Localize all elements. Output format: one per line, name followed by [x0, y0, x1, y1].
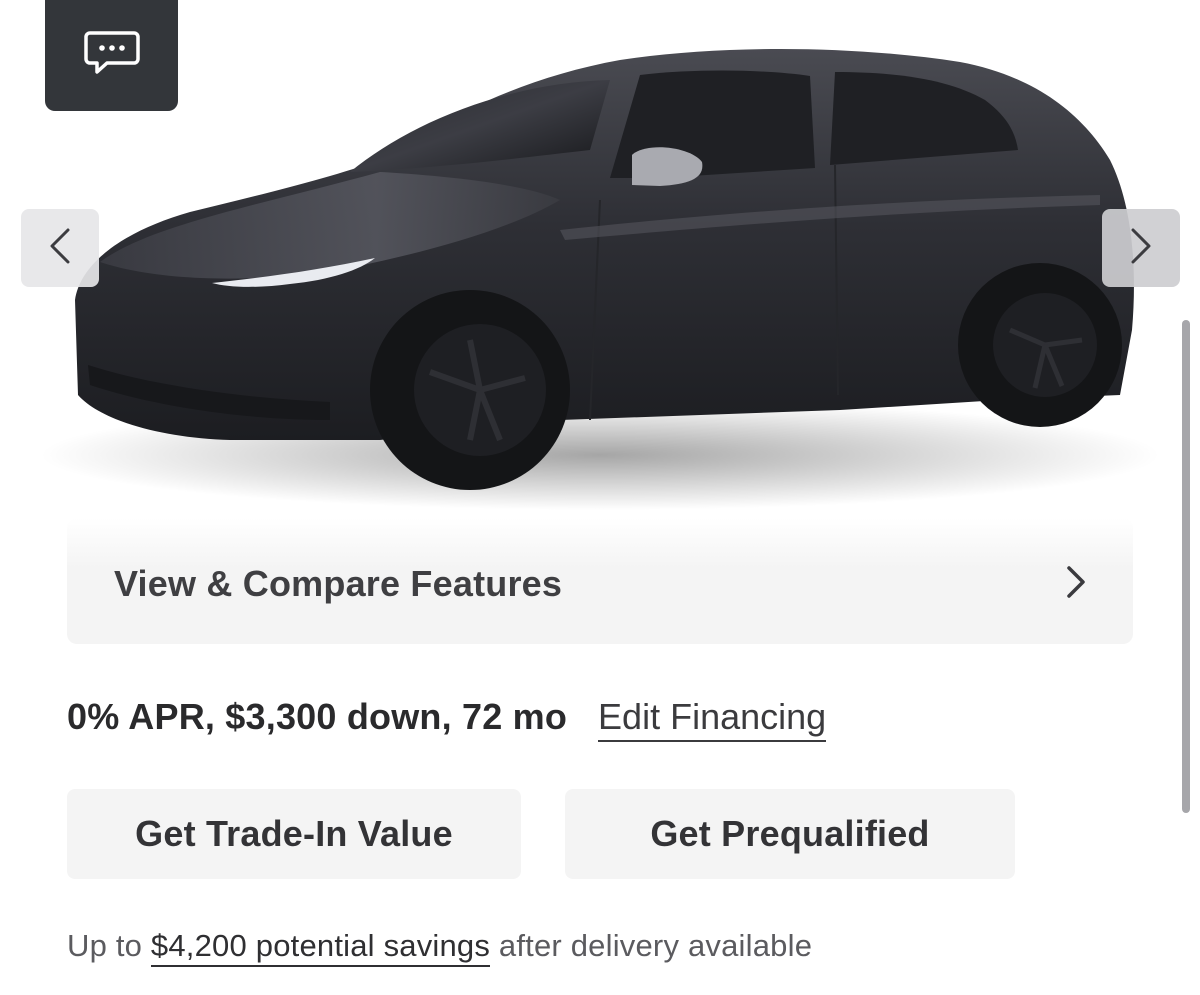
chevron-right-icon: [1065, 564, 1087, 605]
edit-financing-link[interactable]: Edit Financing: [598, 697, 827, 742]
get-trade-in-value-button[interactable]: Get Trade-In Value: [67, 789, 521, 879]
chat-bubble-icon: [83, 29, 141, 82]
chat-button[interactable]: [45, 0, 178, 111]
view-compare-features-button[interactable]: View & Compare Features: [67, 518, 1133, 644]
carousel-prev-button[interactable]: [21, 209, 99, 287]
order-page: View & Compare Features 0% APR, $3,300 d…: [0, 0, 1200, 995]
financing-summary: 0% APR, $3,300 down, 72 mo Edit Financin…: [67, 696, 827, 742]
vehicle-carousel: [0, 0, 1200, 530]
savings-note: Up to $4,200 potential savings after del…: [67, 928, 813, 967]
page-scrollbar[interactable]: [1182, 320, 1190, 813]
vehicle-image: [40, 48, 1160, 510]
get-prequalified-button[interactable]: Get Prequalified: [565, 789, 1015, 879]
chevron-right-icon: [1129, 226, 1153, 271]
carousel-next-button[interactable]: [1102, 209, 1180, 287]
financing-terms: 0% APR, $3,300 down, 72 mo: [67, 696, 568, 737]
chevron-left-icon: [48, 226, 72, 271]
potential-savings-link[interactable]: $4,200 potential savings: [150, 928, 491, 967]
features-label: View & Compare Features: [114, 563, 563, 604]
savings-suffix: after delivery available: [490, 928, 813, 963]
savings-prefix: Up to: [67, 928, 151, 963]
